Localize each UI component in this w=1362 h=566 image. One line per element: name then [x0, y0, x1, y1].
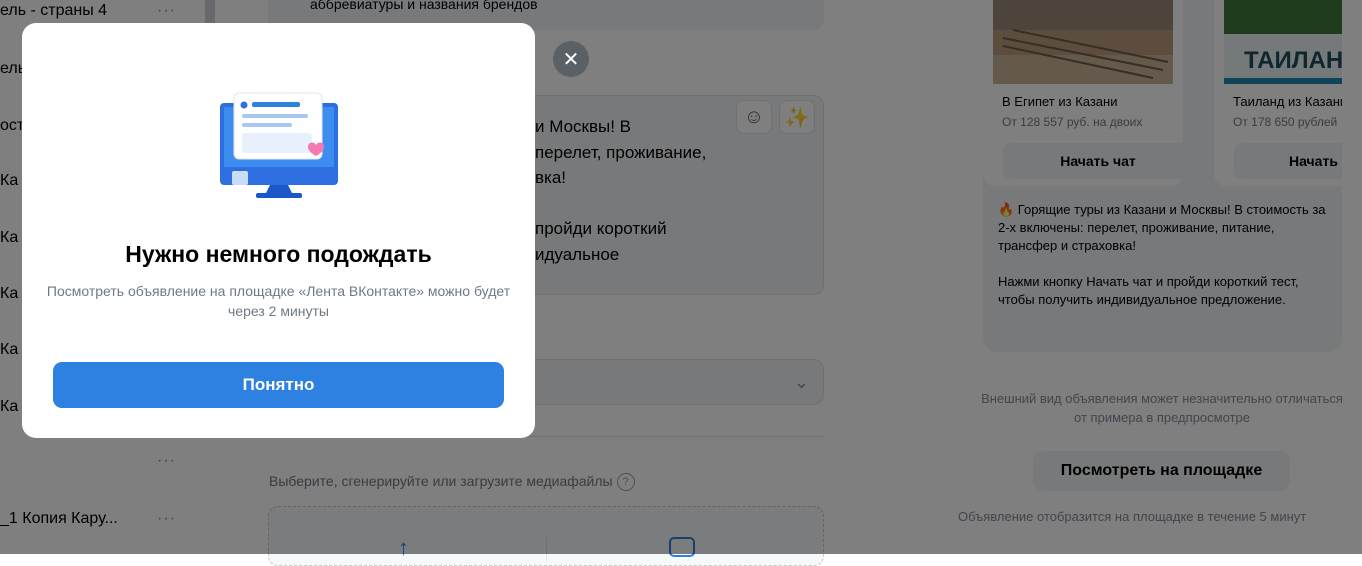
ok-button[interactable]: Понятно [53, 362, 504, 408]
monitor-illustration [220, 92, 338, 198]
wait-dialog: Нужно немного подождать Посмотреть объяв… [22, 23, 535, 438]
dialog-title: Нужно немного подождать [125, 241, 432, 267]
close-icon[interactable]: ✕ [553, 41, 589, 77]
dialog-description: Посмотреть объявление на площадке «Лента… [46, 283, 511, 319]
page: ель - страны 4 ··· ель ост Ка Ка Ка Ка К… [0, 0, 1362, 566]
